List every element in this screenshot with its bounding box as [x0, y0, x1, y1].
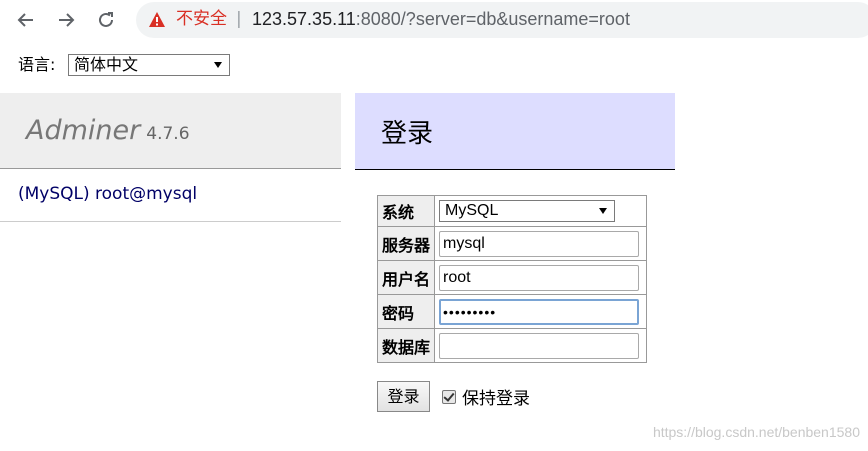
watermark: https://blog.csdn.net/benben1580 — [652, 424, 860, 440]
arrow-left-icon — [17, 13, 33, 27]
brand-version[interactable]: 4.7.6 — [146, 124, 189, 144]
language-selected: 简体中文 — [74, 55, 139, 74]
server-cell: mysql — [434, 226, 648, 261]
brand-name[interactable]: Adminer — [26, 115, 140, 146]
menu-header: Adminer 4.7.6 — [0, 93, 341, 169]
dropdown-arrow-icon — [599, 208, 608, 214]
system-cell: MySQL — [434, 195, 648, 227]
content-header: 登录 — [355, 93, 675, 170]
url-host: 123.57.35.11 — [252, 9, 356, 29]
system-select[interactable]: MySQL — [439, 200, 616, 222]
server-input[interactable]: mysql — [439, 230, 640, 257]
remember-checkbox[interactable] — [442, 389, 456, 404]
security-status[interactable]: 不安全 — [176, 8, 227, 30]
reload-icon — [99, 12, 113, 27]
database-cell — [434, 328, 648, 363]
username-label: 用户名 — [376, 260, 436, 295]
remember-login[interactable]: 保持登录 — [442, 384, 530, 409]
login-form: 系统 MySQL 服务器 mysql 用户名 root 密码 •••••••••… — [376, 195, 648, 363]
language-label: 语言: — [18, 55, 56, 74]
forward-button[interactable] — [52, 6, 80, 34]
url-path: :8080/?server=db&username=root — [355, 9, 630, 29]
language-select[interactable]: 简体中文 — [68, 54, 230, 76]
remember-label: 保持登录 — [462, 389, 530, 409]
omnibox-separator: | — [236, 9, 242, 29]
form-row-database: 数据库 — [376, 328, 648, 363]
password-label: 密码 — [376, 294, 436, 329]
login-button[interactable]: 登录 — [377, 381, 430, 412]
database-label: 数据库 — [376, 328, 436, 363]
reload-button[interactable] — [92, 6, 120, 34]
url-text[interactable]: 123.57.35.11:8080/?server=db&username=ro… — [252, 8, 630, 30]
page-title: 登录 — [381, 119, 434, 149]
back-button[interactable] — [12, 6, 40, 34]
browser-toolbar: 不安全 | 123.57.35.11:8080/?server=db&usern… — [0, 0, 868, 40]
form-row-password: 密码 ••••••••• — [376, 294, 648, 329]
language-row: 语言: — [18, 54, 55, 76]
password-input[interactable]: ••••••••• — [439, 298, 640, 325]
db-connection-link[interactable]: (MySQL) root@mysql — [18, 184, 197, 204]
dropdown-arrow-icon — [214, 62, 222, 68]
form-row-username: 用户名 root — [376, 260, 648, 295]
database-input[interactable] — [439, 332, 640, 359]
system-selected: MySQL — [445, 202, 499, 219]
server-label: 服务器 — [376, 226, 436, 261]
warning-icon[interactable] — [148, 11, 166, 29]
arrow-right-icon — [59, 13, 75, 27]
brand[interactable]: Adminer 4.7.6 — [26, 115, 190, 146]
form-row-server: 服务器 mysql — [376, 226, 648, 261]
system-label: 系统 — [376, 195, 436, 227]
password-cell: ••••••••• — [434, 294, 648, 329]
username-cell: root — [434, 260, 648, 295]
form-row-system: 系统 MySQL — [376, 195, 648, 227]
username-input[interactable]: root — [439, 264, 640, 291]
menu-divider — [0, 221, 341, 222]
